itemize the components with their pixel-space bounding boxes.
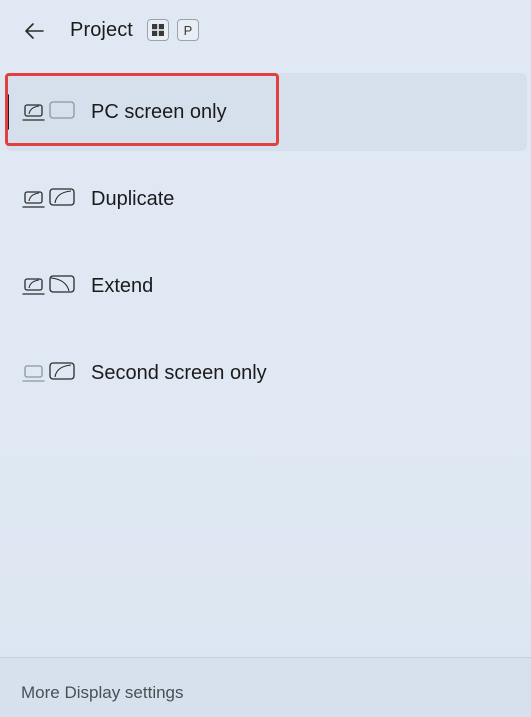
option-extend[interactable]: Extend <box>6 247 527 325</box>
option-label: Second screen only <box>91 362 267 384</box>
back-arrow-icon <box>25 23 44 39</box>
flyout-header: Project P <box>0 0 531 64</box>
option-label: Duplicate <box>91 188 175 210</box>
duplicate-icon <box>22 188 75 208</box>
option-pc-screen-only[interactable]: PC screen only <box>6 73 527 151</box>
flyout-title: Project <box>70 19 133 41</box>
pc-screen-only-icon <box>22 101 75 121</box>
p-key-badge: P <box>177 19 199 41</box>
flyout-footer: More Display settings <box>0 657 531 717</box>
extend-icon <box>22 275 75 295</box>
option-label: PC screen only <box>91 101 227 123</box>
option-second-screen-only[interactable]: Second screen only <box>6 334 527 412</box>
more-display-settings-link[interactable]: More Display settings <box>21 683 184 703</box>
project-flyout: Project P PC screen only Duplicate Exten… <box>0 0 531 717</box>
windows-key-icon <box>147 19 169 41</box>
option-duplicate[interactable]: Duplicate <box>6 160 527 238</box>
selected-indicator <box>6 94 9 130</box>
second-screen-only-icon <box>22 362 75 382</box>
option-label: Extend <box>91 275 154 297</box>
back-button[interactable] <box>16 14 52 48</box>
